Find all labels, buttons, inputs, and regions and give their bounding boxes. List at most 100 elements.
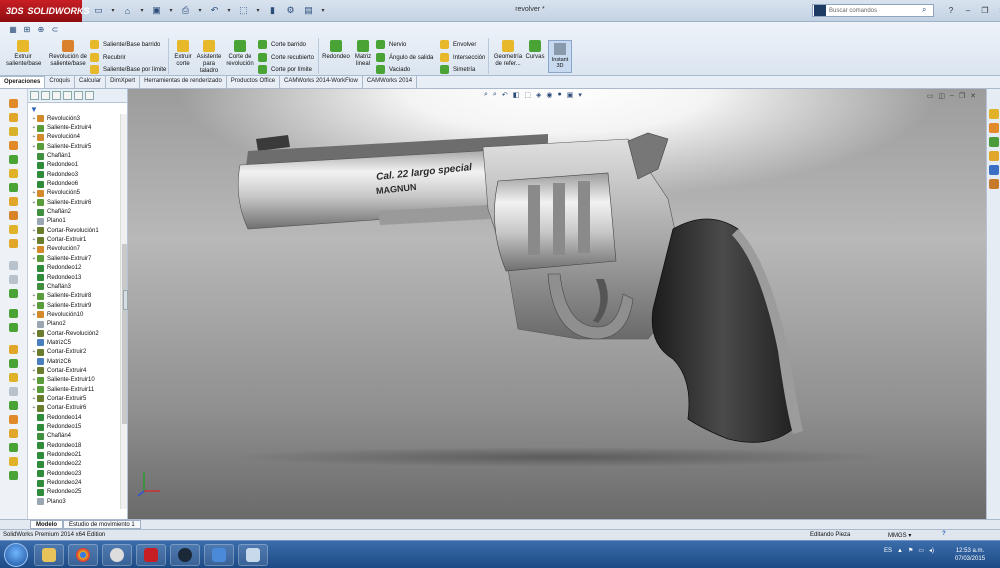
feature-icon[interactable] <box>9 443 18 452</box>
feature-icon[interactable] <box>9 275 18 284</box>
tree-item[interactable]: + Cortar-Extruir4 <box>28 366 120 375</box>
lofted-cut-button[interactable]: Corte recubierto <box>258 52 314 63</box>
taskbar-paint[interactable] <box>238 544 268 566</box>
clock[interactable]: 12:53 a.m. 07/03/2015 <box>955 547 985 563</box>
wrap-button[interactable]: Envolver <box>440 39 476 50</box>
magnet-icon[interactable]: ⊂ <box>50 24 60 34</box>
feature-icon[interactable] <box>9 457 18 466</box>
filter-icon[interactable]: ▼ <box>30 105 38 114</box>
extruded-cut-button[interactable]: Extruir corte <box>172 40 194 68</box>
feature-icon[interactable] <box>9 261 18 270</box>
taskbar-app[interactable] <box>204 544 234 566</box>
dimxpert-tab-icon[interactable] <box>63 91 72 100</box>
undo-dropdown-icon[interactable]: ▾ <box>226 5 232 17</box>
new-dropdown-icon[interactable]: ▾ <box>110 5 116 17</box>
grid-icon[interactable]: ▦ <box>8 24 18 34</box>
fillet-button[interactable]: Redondeo <box>320 40 352 61</box>
tab-productos-office[interactable]: Productos Office <box>227 76 281 88</box>
print-icon[interactable]: ⎙ <box>179 5 192 17</box>
loft-button[interactable]: Recubrir <box>90 52 126 63</box>
tab-dimxpert[interactable]: DimXpert <box>106 76 141 88</box>
tree-item[interactable]: + Cortar-Revolución2 <box>28 329 120 338</box>
appearances-icon[interactable] <box>989 165 999 175</box>
tree-item[interactable]: Chaflán3 <box>28 282 120 291</box>
feature-icon[interactable] <box>9 401 18 410</box>
tab-renderizado[interactable]: Herramientas de renderizado <box>140 76 227 88</box>
search-icon[interactable]: ⌕ <box>922 5 926 15</box>
feature-tree-tab-icon[interactable] <box>30 91 39 100</box>
tree-item[interactable]: + Saliente-Extruir11 <box>28 385 120 394</box>
taskbar-steam[interactable] <box>170 544 200 566</box>
tree-item[interactable]: + Saliente-Extruir6 <box>28 198 120 207</box>
feature-icon[interactable] <box>9 113 18 122</box>
taskbar-media[interactable] <box>102 544 132 566</box>
network-icon[interactable]: ⊕ <box>36 24 46 34</box>
unit-system[interactable]: MMGS ▾ <box>888 532 911 539</box>
feature-icon[interactable] <box>9 471 18 480</box>
tree-item[interactable]: MatrizC5 <box>28 338 120 347</box>
undo-icon[interactable]: ↶ <box>208 5 221 17</box>
tree-item[interactable]: + Cortar-Extruir1 <box>28 235 120 244</box>
feature-icon[interactable] <box>9 183 18 192</box>
camworks-tab-icon[interactable] <box>85 91 94 100</box>
search-scope-icon[interactable] <box>814 5 826 16</box>
tree-item[interactable]: + Saliente-Extruir10 <box>28 376 120 385</box>
resources-icon[interactable] <box>989 109 999 119</box>
property-manager-tab-icon[interactable] <box>41 91 50 100</box>
tree-item[interactable]: Chaflán4 <box>28 432 120 441</box>
tray-arrow-icon[interactable]: ▲ <box>897 548 903 554</box>
tab-estudio-movimiento[interactable]: Estudio de movimiento 1 <box>63 520 141 529</box>
minimize-icon[interactable]: – <box>961 4 975 16</box>
swept-boss-button[interactable]: Saliente/Base barrido <box>90 39 160 50</box>
tree-item[interactable]: Redondeo1 <box>28 161 120 170</box>
feature-icon[interactable] <box>9 345 18 354</box>
feature-icon[interactable] <box>9 155 18 164</box>
feature-icon[interactable] <box>9 387 18 396</box>
restore-icon[interactable]: ❐ <box>978 4 992 16</box>
tree-item[interactable]: + Saliente-Extruir7 <box>28 254 120 263</box>
shell-button[interactable]: Vaciado <box>376 64 410 75</box>
tab-operaciones[interactable]: Operaciones <box>0 76 46 88</box>
tree-item[interactable]: + Cortar-Extruir5 <box>28 394 120 403</box>
graphics-area[interactable]: ⌕ ⌕ ↶ ◧ ⬚ ◈ ◉ ● ▣ ▾ ▭ ◫ – ❐ ✕ Cal. 22 la… <box>128 89 986 519</box>
volume-icon[interactable]: ◂) <box>929 547 934 554</box>
new-document-icon[interactable]: ▭ <box>92 5 105 17</box>
feature-icon[interactable] <box>9 225 18 234</box>
tree-item[interactable]: Redondeo18 <box>28 441 120 450</box>
tab-camworks-workflow[interactable]: CAMWorks 2014-WorkFlow <box>280 76 363 88</box>
tree-item[interactable]: + Revolución5 <box>28 189 120 198</box>
configuration-tab-icon[interactable] <box>52 91 61 100</box>
rib-button[interactable]: Nervio <box>376 39 406 50</box>
taskbar-chrome[interactable] <box>68 544 98 566</box>
tree-item[interactable]: + Cortar-Revolución1 <box>28 226 120 235</box>
view-palette-icon[interactable] <box>989 151 999 161</box>
tree-item[interactable]: Chaflán1 <box>28 151 120 160</box>
tab-modelo[interactable]: Modelo <box>30 520 63 529</box>
save-icon[interactable]: ▣ <box>150 5 163 17</box>
feature-icon[interactable] <box>9 309 18 318</box>
tree-item[interactable]: + Cortar-Extruir6 <box>28 404 120 413</box>
tree-item[interactable]: + Saliente-Extruir4 <box>28 123 120 132</box>
tree-item[interactable]: Redondeo14 <box>28 413 120 422</box>
print-dropdown-icon[interactable]: ▾ <box>197 5 203 17</box>
feature-icon[interactable] <box>9 127 18 136</box>
feature-icon[interactable] <box>9 323 18 332</box>
select-dropdown-icon[interactable]: ▾ <box>255 5 261 17</box>
feature-icon[interactable] <box>9 197 18 206</box>
view-dropdown-icon[interactable]: ▾ <box>320 5 326 17</box>
linear-pattern-button[interactable]: Matriz lineal <box>352 40 374 68</box>
view-icon[interactable]: ▤ <box>302 5 315 17</box>
curves-button[interactable]: Curvas <box>524 40 546 61</box>
tree-item[interactable]: Redondeo12 <box>28 264 120 273</box>
feature-icon[interactable] <box>9 169 18 178</box>
scrollbar-thumb[interactable] <box>122 244 127 424</box>
tree-item[interactable]: + Saliente-Extruir8 <box>28 292 120 301</box>
taskbar-file-explorer[interactable] <box>34 544 64 566</box>
close-icon[interactable]: ✕ <box>995 4 1000 16</box>
tree-item[interactable]: + Revolución7 <box>28 245 120 254</box>
feature-icon[interactable] <box>9 359 18 368</box>
select-icon[interactable]: ⬚ <box>237 5 250 17</box>
tree-item[interactable]: Redondeo24 <box>28 478 120 487</box>
tree-item[interactable]: Redondeo22 <box>28 460 120 469</box>
open-folder-icon[interactable]: ⌂ <box>121 5 134 17</box>
